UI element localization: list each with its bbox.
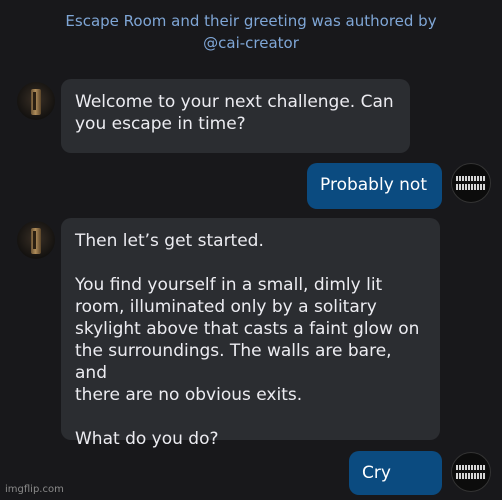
message-text: Then let’s get started. You find yoursel…	[75, 231, 420, 449]
user-avatar[interactable]	[451, 452, 491, 492]
user-avatar[interactable]	[451, 163, 491, 203]
bot-avatar[interactable]	[17, 221, 55, 259]
user-message: Probably not	[307, 163, 442, 209]
message-text: Cry	[362, 463, 391, 483]
attribution-line: Escape Room and their greeting was autho…	[65, 12, 437, 30]
bot-message: Welcome to your next challenge. Can you …	[61, 79, 410, 153]
creator-handle[interactable]: @cai-creator	[0, 32, 502, 54]
watermark: imgflip.com	[5, 484, 64, 495]
bot-avatar[interactable]	[17, 82, 55, 120]
user-message: Cry	[349, 451, 442, 495]
door-icon	[31, 228, 41, 254]
message-text: Probably not	[320, 175, 427, 195]
greeting-attribution: Escape Room and their greeting was autho…	[0, 10, 502, 54]
user-logo-icon	[456, 465, 486, 479]
door-icon	[31, 89, 41, 115]
message-text: Welcome to your next challenge. Can you …	[75, 92, 394, 134]
user-logo-icon	[456, 176, 486, 190]
bot-message: Then let’s get started. You find yoursel…	[61, 218, 440, 449]
